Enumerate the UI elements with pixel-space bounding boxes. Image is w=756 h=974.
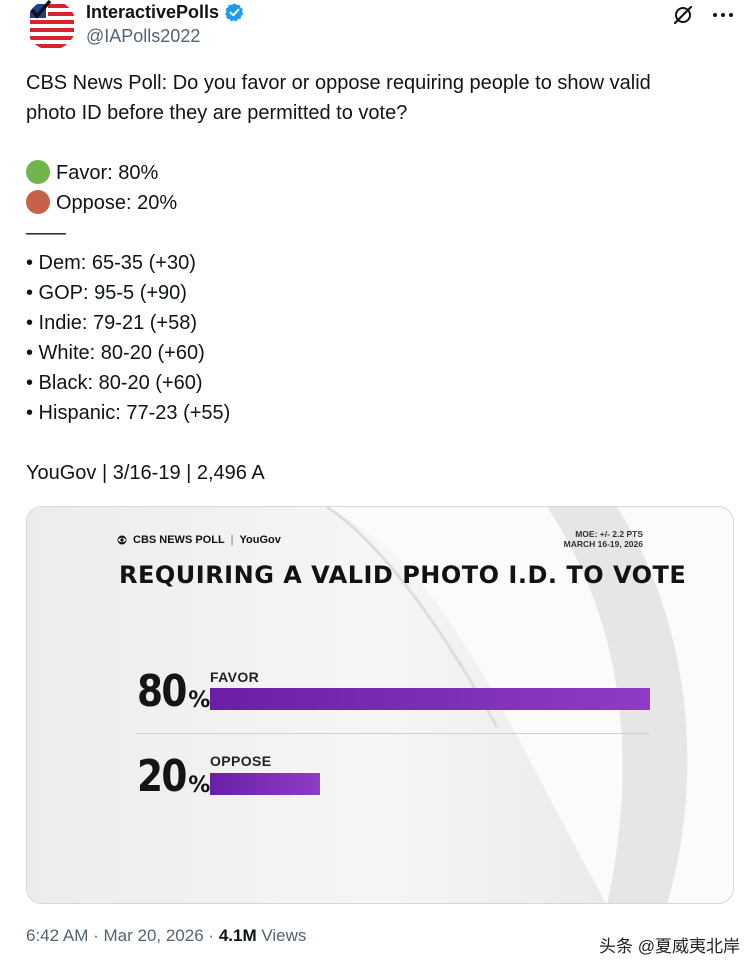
- brand-row: CBS NEWS POLL | YouGov: [117, 534, 281, 546]
- tweet-date[interactable]: Mar 20, 2026: [104, 926, 204, 945]
- cbs-eye-icon: [117, 535, 127, 545]
- oppose-percent: 20 %: [137, 751, 210, 802]
- orange-circle-icon: [26, 190, 50, 214]
- poll-source: YouGov | 3/16-19 | 2,496 A: [26, 462, 265, 484]
- moe-line: MOE: +/- 2.2 PTS: [575, 529, 643, 539]
- separator-line: ——: [26, 222, 66, 244]
- tweet-question-line-1: CBS News Poll: Do you favor or oppose re…: [26, 72, 651, 94]
- favor-bar: [210, 688, 650, 710]
- crosstab-black: • Black: 80-20 (+60): [26, 372, 203, 394]
- display-name[interactable]: InteractivePolls: [86, 2, 219, 23]
- partner-text: YouGov: [239, 534, 281, 546]
- crosstab-white: • White: 80-20 (+60): [26, 342, 205, 364]
- green-circle-icon: [26, 160, 50, 184]
- favor-line: Favor: 80%: [26, 158, 726, 188]
- moe-block: MOE: +/- 2.2 PTS MARCH 16-19, 2026: [564, 529, 643, 549]
- name-row: InteractivePolls: [86, 2, 245, 23]
- oppose-line: Oppose: 20%: [26, 188, 726, 218]
- tweet-page: InteractivePolls @IAPolls2022 CBS News P…: [0, 0, 756, 974]
- avatar[interactable]: [26, 0, 76, 50]
- favor-label: FAVOR: [210, 669, 260, 685]
- view-count: 4.1M: [218, 926, 257, 945]
- watermark: 头条 @夏威夷北岸: [599, 937, 740, 956]
- favor-number: 80: [137, 666, 187, 717]
- tweet-meta: 6:42 AM · Mar 20, 2026 · 4.1M Views: [26, 926, 306, 946]
- author-block: InteractivePolls @IAPolls2022: [86, 2, 245, 47]
- flag-checkmark-logo: [26, 0, 76, 50]
- poll-title: REQUIRING A VALID PHOTO I.D. TO VOTE: [119, 561, 687, 589]
- date-line: MARCH 16-19, 2026: [563, 539, 643, 549]
- oppose-sign: %: [188, 773, 210, 798]
- crosstab-hispanic: • Hispanic: 77-23 (+55): [26, 402, 231, 424]
- meta-dot: ·: [208, 926, 219, 945]
- top-actions: [670, 2, 736, 28]
- more-dots-icon[interactable]: [710, 2, 736, 28]
- meta-dot: ·: [93, 926, 104, 945]
- oppose-number: 20: [137, 751, 187, 802]
- views-label: Views: [261, 926, 307, 945]
- tweet-question-line-2: photo ID before they are permitted to vo…: [26, 102, 408, 124]
- oppose-text: Oppose: 20%: [56, 192, 178, 214]
- crosstab-indie: • Indie: 79-21 (+58): [26, 312, 197, 334]
- favor-text: Favor: 80%: [56, 162, 159, 184]
- brand-separator: |: [230, 534, 234, 546]
- verified-badge-icon: [224, 2, 245, 23]
- crosstab-dem: • Dem: 65-35 (+30): [26, 252, 196, 274]
- oppose-bar: [210, 773, 320, 795]
- user-handle[interactable]: @IAPolls2022: [86, 26, 245, 47]
- crosstab-gop: • GOP: 95-5 (+90): [26, 282, 187, 304]
- favor-sign: %: [188, 688, 210, 713]
- brand-text: CBS NEWS POLL: [133, 534, 225, 546]
- tweet-time[interactable]: 6:42 AM: [26, 926, 88, 945]
- poll-image-card[interactable]: CBS NEWS POLL | YouGov MOE: +/- 2.2 PTS …: [26, 506, 734, 904]
- slash-circle-icon[interactable]: [670, 2, 696, 28]
- tweet-text: CBS News Poll: Do you favor or oppose re…: [26, 68, 726, 488]
- favor-percent: 80 %: [137, 666, 210, 717]
- divider: [137, 733, 649, 734]
- oppose-label: OPPOSE: [210, 753, 272, 769]
